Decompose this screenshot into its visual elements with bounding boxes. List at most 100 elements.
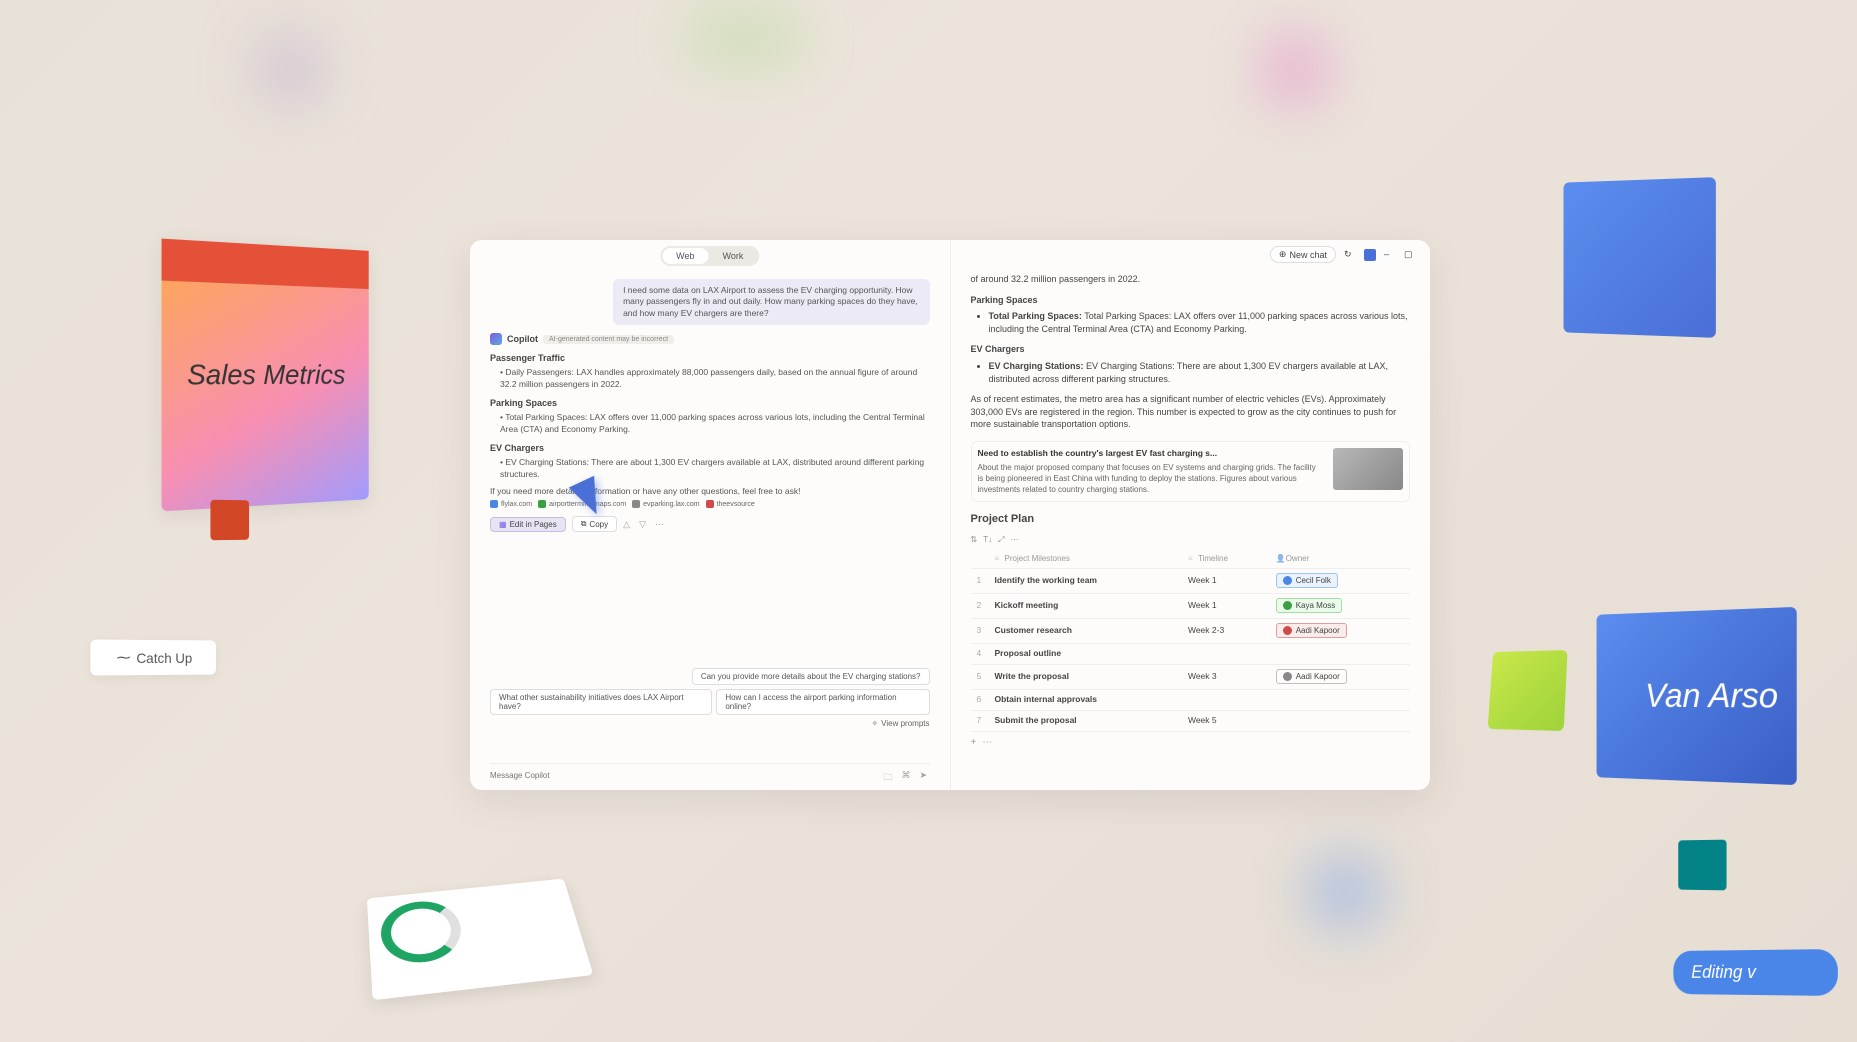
- section-ev: EV Chargers: [490, 443, 930, 453]
- cell-timeline[interactable]: Week 1: [1182, 594, 1270, 619]
- section-passenger: Passenger Traffic: [490, 353, 930, 363]
- card-body: About the major proposed company that fo…: [978, 463, 1316, 494]
- bg-blur: [690, 20, 800, 55]
- cell-timeline[interactable]: [1182, 689, 1270, 710]
- cell-milestone[interactable]: Submit the proposal: [989, 710, 1182, 731]
- tool-2[interactable]: T↓: [983, 534, 992, 545]
- row-num: 6: [971, 689, 989, 710]
- dislike-icon[interactable]: ▽: [639, 519, 649, 529]
- timeline-col-icon: ≡: [1188, 553, 1196, 561]
- reference-card[interactable]: Need to establish the country's largest …: [971, 441, 1411, 502]
- tool-1[interactable]: ⇅: [971, 534, 978, 545]
- avatar: [1283, 672, 1292, 681]
- milestone-col-icon: ≡: [995, 553, 1003, 561]
- table-row[interactable]: 5Write the proposalWeek 3Aadi Kapoor: [971, 665, 1411, 690]
- more-icon[interactable]: ⋯: [655, 519, 665, 529]
- maximize-icon[interactable]: ▢: [1404, 249, 1416, 261]
- suggestions: Can you provide more details about the E…: [490, 668, 930, 728]
- minimize-icon[interactable]: –: [1384, 249, 1396, 261]
- cell-owner[interactable]: Aadi Kapoor: [1270, 619, 1410, 644]
- copy-button[interactable]: ⧉ Copy: [572, 516, 617, 532]
- catchup-pill: ⁓ Catch Up: [90, 639, 216, 675]
- send-icon[interactable]: ➤: [920, 770, 930, 780]
- cell-timeline[interactable]: Week 5: [1182, 710, 1270, 731]
- suggestion-3[interactable]: How can I access the airport parking inf…: [716, 689, 929, 715]
- suggestion-1[interactable]: Can you provide more details about the E…: [692, 668, 930, 685]
- van-arso-label: Van Arso: [1645, 676, 1778, 717]
- like-icon[interactable]: △: [623, 519, 633, 529]
- bullet-passenger: Daily Passengers: LAX handles approximat…: [500, 367, 930, 390]
- table-row[interactable]: 1Identify the working teamWeek 1Cecil Fo…: [971, 569, 1411, 594]
- new-chat-button[interactable]: ⊕ New chat: [1270, 246, 1336, 263]
- cell-milestone[interactable]: Identify the working team: [989, 569, 1182, 594]
- app-icon[interactable]: [1364, 249, 1376, 261]
- followup-text: If you need more detailed information or…: [490, 486, 930, 496]
- row-num: 3: [971, 619, 989, 644]
- reference-row: flylax.com airportterminalmaps.com evpar…: [490, 500, 930, 508]
- cell-timeline[interactable]: Week 1: [1182, 569, 1270, 594]
- cell-owner[interactable]: Aadi Kapoor: [1270, 665, 1410, 690]
- project-plan-table: ≡Project Milestones ≡Timeline 👤Owner 1Id…: [971, 549, 1411, 732]
- action-row: ▦ Edit in Pages ⧉ Copy △ ▽ ⋯: [490, 516, 930, 532]
- avatar: [1283, 626, 1292, 635]
- table-row[interactable]: 7Submit the proposalWeek 5: [971, 710, 1411, 731]
- ref-4[interactable]: theevsource: [706, 500, 755, 508]
- table-row[interactable]: 4Proposal outline: [971, 644, 1411, 665]
- tool-3[interactable]: ⤢: [998, 534, 1004, 545]
- tab-work[interactable]: Work: [709, 248, 758, 264]
- row-num: 2: [971, 594, 989, 619]
- pages-icon: ▦: [499, 520, 507, 529]
- view-prompts-link[interactable]: ✧ View prompts: [871, 719, 929, 728]
- r-ev-h: EV Chargers: [971, 343, 1411, 356]
- cell-owner[interactable]: [1270, 644, 1410, 665]
- history-icon[interactable]: ↻: [1344, 249, 1356, 261]
- section-parking: Parking Spaces: [490, 398, 930, 408]
- cell-timeline[interactable]: Week 3: [1182, 665, 1270, 690]
- bg-blur: [1310, 857, 1380, 927]
- cell-milestone[interactable]: Proposal outline: [989, 644, 1182, 665]
- project-plan-title: Project Plan: [971, 512, 1411, 527]
- cell-milestone[interactable]: Write the proposal: [989, 665, 1182, 690]
- cell-owner[interactable]: [1270, 710, 1410, 731]
- cell-milestone[interactable]: Kickoff meeting: [989, 594, 1182, 619]
- owner-col-icon: 👤: [1276, 553, 1284, 561]
- cell-owner[interactable]: Kaya Moss: [1270, 594, 1410, 619]
- plan-toolbar: ⇅ T↓ ⤢ ⋯: [971, 534, 1411, 545]
- copy-icon: ⧉: [581, 519, 587, 529]
- cell-owner[interactable]: Cecil Folk: [1270, 569, 1410, 594]
- cell-milestone[interactable]: Customer research: [989, 619, 1182, 644]
- cell-owner[interactable]: [1270, 689, 1410, 710]
- cell-timeline[interactable]: Week 2-3: [1182, 619, 1270, 644]
- edit-in-pages-button[interactable]: ▦ Edit in Pages: [490, 517, 566, 532]
- table-row[interactable]: 3Customer researchWeek 2-3Aadi Kapoor: [971, 619, 1411, 644]
- table-footer: + ⋯: [971, 732, 1411, 754]
- ref-1[interactable]: flylax.com: [490, 500, 532, 508]
- table-row[interactable]: 2Kickoff meetingWeek 1Kaya Moss: [971, 594, 1411, 619]
- r-ev-b: EV Charging Stations: EV Charging Statio…: [989, 360, 1411, 385]
- header-controls: ⊕ New chat ↻ – ▢: [1270, 246, 1416, 263]
- add-row-icon[interactable]: +: [971, 736, 977, 750]
- tab-web[interactable]: Web: [662, 248, 708, 264]
- top-tabs: Web Work: [660, 246, 759, 266]
- r-parking-b: Total Parking Spaces: Total Parking Spac…: [989, 310, 1411, 335]
- attach-icon[interactable]: 🗀: [884, 770, 894, 780]
- tool-more[interactable]: ⋯: [1011, 534, 1019, 545]
- catchup-label: Catch Up: [136, 649, 192, 665]
- suggestion-2[interactable]: What other sustainability initiatives do…: [490, 689, 712, 715]
- page-body: of around 32.2 million passengers in 202…: [971, 273, 1411, 754]
- row-num: 4: [971, 644, 989, 665]
- pages-pane: ⊕ New chat ↻ – ▢ of around 32.2 million …: [951, 240, 1431, 790]
- ref-3[interactable]: evparking.lax.com: [632, 500, 699, 508]
- more-rows-icon[interactable]: ⋯: [982, 736, 992, 750]
- photo-tile-1: [1564, 177, 1716, 338]
- tile-header: [162, 239, 369, 289]
- message-input[interactable]: [490, 771, 884, 780]
- table-row[interactable]: 6Obtain internal approvals: [971, 689, 1411, 710]
- tile-sales-metrics: Sales Metrics: [162, 239, 369, 512]
- powerpoint-icon: [210, 500, 249, 541]
- mic-icon[interactable]: ⌘: [902, 770, 912, 780]
- cell-timeline[interactable]: [1182, 644, 1270, 665]
- cell-milestone[interactable]: Obtain internal approvals: [989, 689, 1182, 710]
- photo-tile-2: Van Arso: [1597, 607, 1797, 785]
- card-title: Need to establish the country's largest …: [978, 448, 1324, 460]
